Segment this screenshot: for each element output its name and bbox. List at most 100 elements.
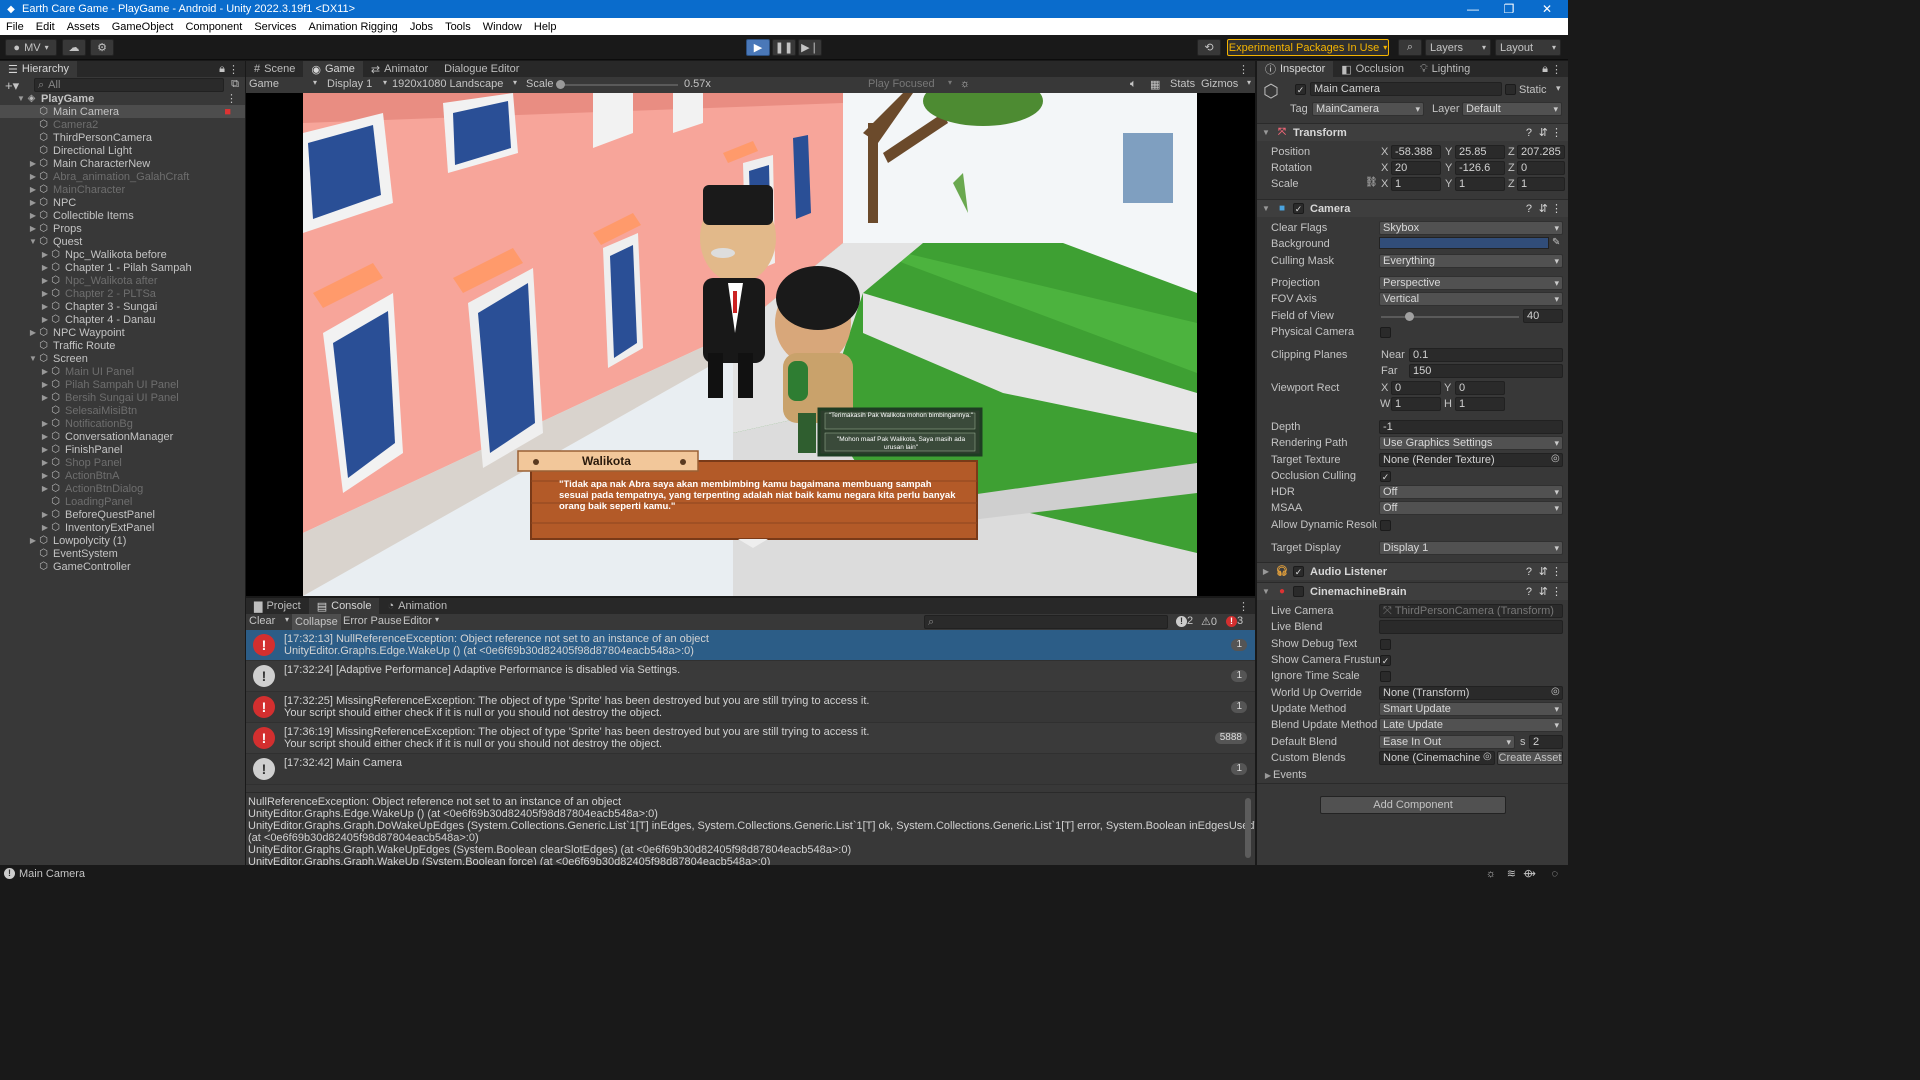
expanded-arrow-icon[interactable]: ▼: [28, 237, 38, 246]
hierarchy-item[interactable]: ⬡ Camera2: [0, 118, 245, 131]
help-icon[interactable]: ?: [1526, 566, 1532, 578]
pause-button[interactable]: ❚❚: [772, 39, 796, 56]
ignore-time-scale-checkbox[interactable]: [1380, 671, 1391, 682]
resolution-dropdown[interactable]: 1920x1080 Landscape ▾: [392, 78, 517, 90]
rendering-path-dropdown[interactable]: Use Graphics Settings: [1379, 436, 1563, 450]
collapsed-arrow-icon[interactable]: ▶: [40, 393, 50, 402]
object-picker-icon[interactable]: ◎: [1551, 453, 1560, 464]
account-button[interactable]: ● MV ▾: [5, 39, 57, 56]
static-checkbox[interactable]: [1505, 84, 1516, 95]
hierarchy-item[interactable]: ▶ ⬡ NPC Waypoint: [0, 326, 245, 339]
hierarchy-item[interactable]: ▶ ⬡ Main CharacterNew: [0, 157, 245, 170]
active-checkbox[interactable]: ✓: [1295, 84, 1306, 95]
transform-header[interactable]: ▼ ⤧ Transform? ⇵ ⋮: [1257, 123, 1568, 141]
menu-tools[interactable]: Tools: [439, 21, 477, 33]
audio-listener-checkbox[interactable]: ✓: [1293, 566, 1304, 577]
hierarchy-item[interactable]: ⬡ ThirdPersonCamera: [0, 131, 245, 144]
depth-field[interactable]: -1: [1379, 420, 1563, 434]
hierarchy-item[interactable]: ▼ ◈ PlayGame ⋮: [0, 92, 245, 106]
hierarchy-item[interactable]: ▶ ⬡ Props: [0, 222, 245, 235]
panel-menu-icon[interactable]: ⋮: [1238, 600, 1249, 613]
position-y-field[interactable]: 25.85: [1455, 145, 1505, 159]
hierarchy-item[interactable]: ▶ ⬡ FinishPanel: [0, 443, 245, 456]
error-pause-button[interactable]: Error Pause: [343, 615, 402, 627]
menu-help[interactable]: Help: [528, 21, 563, 33]
hierarchy-item[interactable]: ▶ ⬡ Chapter 2 - PLTSa: [0, 287, 245, 300]
hierarchy-item[interactable]: ▶ ⬡ Shop Panel: [0, 456, 245, 469]
menu-animation-rigging[interactable]: Animation Rigging: [303, 21, 404, 33]
collapsed-arrow-icon[interactable]: ▶: [40, 445, 50, 454]
collapsed-arrow-icon[interactable]: ▶: [40, 315, 50, 324]
rotation-x-field[interactable]: 20: [1391, 161, 1441, 175]
play-focused-dropdown[interactable]: Play Focused ▾: [868, 78, 952, 90]
hierarchy-item[interactable]: ⬡ SelesaiMisiBtn: [0, 404, 245, 417]
position-z-field[interactable]: 207.285: [1517, 145, 1565, 159]
collapsed-arrow-icon[interactable]: ▶: [28, 172, 38, 181]
aspect-icon[interactable]: ▦: [1150, 78, 1160, 91]
tab-animation[interactable]: ◔ Animation: [379, 598, 455, 614]
hierarchy-item[interactable]: ▶ ⬡ Npc_Walikota before: [0, 248, 245, 261]
detail-scrollbar[interactable]: [1245, 798, 1251, 858]
world-up-field[interactable]: None (Transform): [1379, 686, 1563, 700]
camera-enabled-checkbox[interactable]: ✓: [1293, 203, 1304, 214]
object-picker-icon[interactable]: ◎: [1551, 686, 1560, 697]
hierarchy-item[interactable]: ▶ ⬡ NPC: [0, 196, 245, 209]
info-count-toggle[interactable]: ! 2: [1176, 615, 1193, 627]
menu-file[interactable]: File: [0, 21, 30, 33]
eyedropper-icon[interactable]: ✎: [1552, 237, 1560, 248]
fov-axis-dropdown[interactable]: Vertical: [1379, 292, 1563, 306]
collapse-button[interactable]: Collapse: [292, 614, 341, 630]
tab-game[interactable]: ◉ Game: [303, 61, 363, 77]
hierarchy-item[interactable]: ▶ ⬡ Lowpolycity (1): [0, 534, 245, 547]
collapsed-arrow-icon[interactable]: ▶: [28, 185, 38, 194]
hierarchy-item[interactable]: ⬡ EventSystem: [0, 547, 245, 560]
tab-project[interactable]: ▇ Project: [246, 598, 309, 614]
collapsed-arrow-icon[interactable]: ▶: [40, 263, 50, 272]
cloud-button[interactable]: ☁: [62, 39, 86, 56]
hierarchy-item[interactable]: ▶ ⬡ MainCharacter: [0, 183, 245, 196]
collapsed-arrow-icon[interactable]: ▶: [28, 224, 38, 233]
help-icon[interactable]: ?: [1526, 127, 1532, 139]
console-log-row[interactable]: ! [17:32:24] [Adaptive Performance] Adapt…: [246, 661, 1255, 692]
collapsed-arrow-icon[interactable]: ▶: [28, 159, 38, 168]
dialogue-choice-2[interactable]: "Mohon maaf Pak Walikota, Saya masih ada…: [827, 436, 975, 452]
step-button[interactable]: ▶❘: [798, 39, 822, 56]
target-display-dropdown[interactable]: Display 1: [1379, 541, 1563, 555]
bug-icon[interactable]: ☼: [1486, 868, 1496, 880]
search-button[interactable]: ⌕: [1398, 39, 1422, 56]
rotation-z-field[interactable]: 0: [1517, 161, 1565, 175]
viewport-x-field[interactable]: 0: [1391, 381, 1441, 395]
audio-listener-header[interactable]: ▶ 🎧︎ ✓ Audio Listener? ⇵ ⋮: [1257, 562, 1568, 580]
hierarchy-item[interactable]: ▶ ⬡ Abra_animation_GalahCraft: [0, 170, 245, 183]
audio-icon[interactable]: 🔈︎: [1130, 78, 1137, 91]
tab-scene[interactable]: # Scene: [246, 61, 303, 77]
create-asset-button[interactable]: Create Asset: [1497, 751, 1563, 765]
tab-animator[interactable]: ⇄ Animator: [363, 61, 436, 77]
maximize-icon[interactable]: ❐: [1494, 0, 1524, 18]
collapsed-arrow-icon[interactable]: ▶: [40, 302, 50, 311]
console-log-row[interactable]: ! [17:32:13] NullReferenceException: Obje…: [246, 630, 1255, 661]
cinemachine-enabled-checkbox[interactable]: [1293, 586, 1304, 597]
default-blend-dropdown[interactable]: Ease In Out: [1379, 735, 1515, 749]
hierarchy-item[interactable]: ▶ ⬡ ActionBtnA: [0, 469, 245, 482]
viewport-w-field[interactable]: 1: [1391, 397, 1441, 411]
hierarchy-item[interactable]: ▶ ⬡ Chapter 3 - Sungai: [0, 300, 245, 313]
hierarchy-item[interactable]: ▶ ⬡ Bersih Sungai UI Panel: [0, 391, 245, 404]
scale-y-field[interactable]: 1: [1455, 177, 1505, 191]
near-field[interactable]: 0.1: [1409, 348, 1563, 362]
hierarchy-item[interactable]: ▼ ⬡ Screen: [0, 352, 245, 365]
menu-window[interactable]: Window: [477, 21, 528, 33]
layers-dropdown[interactable]: Layers ▾: [1425, 39, 1491, 56]
network-icon[interactable]: ⟴: [1523, 867, 1536, 880]
hierarchy-search-input[interactable]: ⌕ All: [34, 78, 224, 92]
expanded-arrow-icon[interactable]: ▼: [28, 354, 38, 363]
events-foldout[interactable]: ▶ Events: [1263, 769, 1307, 781]
background-color-swatch[interactable]: [1379, 237, 1549, 249]
layer-dropdown[interactable]: Default: [1462, 102, 1562, 116]
fov-slider-knob[interactable]: [1404, 312, 1414, 321]
cinemachine-brain-header[interactable]: ▼ ● CinemachineBrain? ⇵ ⋮: [1257, 582, 1568, 600]
play-button[interactable]: ▶: [746, 39, 770, 56]
collapsed-arrow-icon[interactable]: ▶: [40, 276, 50, 285]
camera-header[interactable]: ▼ ■ ✓ Camera? ⇵ ⋮: [1257, 199, 1568, 217]
link-icon[interactable]: ⛓: [1365, 177, 1378, 188]
